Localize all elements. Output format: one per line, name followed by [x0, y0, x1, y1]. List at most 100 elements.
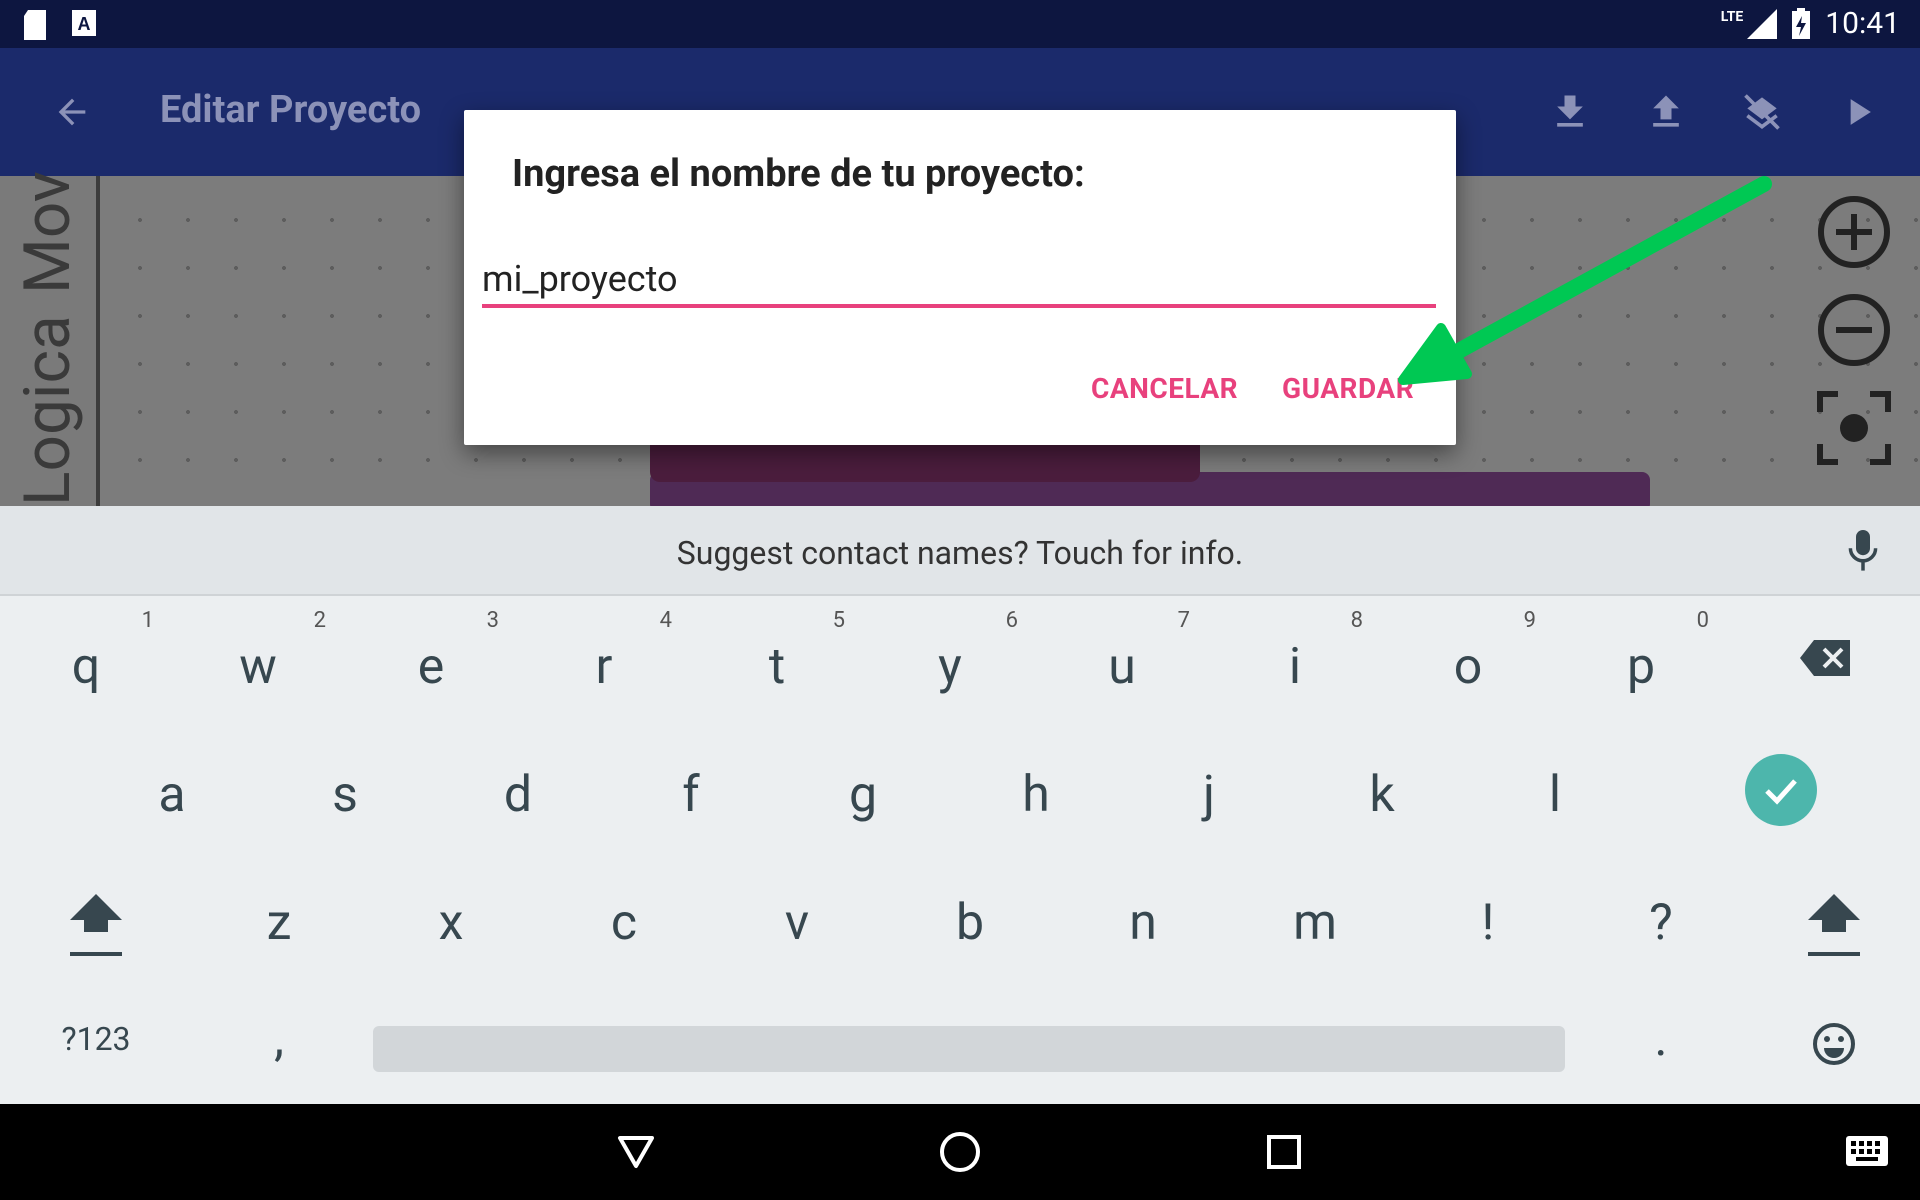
key-period[interactable]: .: [1575, 990, 1747, 1110]
home-circle-icon[interactable]: [938, 1130, 982, 1174]
key-label: g: [848, 766, 878, 824]
backspace-icon: [1800, 640, 1850, 676]
category-mov[interactable]: Mov: [10, 171, 85, 294]
key-q[interactable]: 1q: [0, 602, 172, 722]
key-hint: 0: [1696, 608, 1709, 633]
upload-icon[interactable]: [1644, 90, 1688, 134]
recents-square-icon[interactable]: [1264, 1132, 1304, 1172]
soft-keyboard: Suggest contact names? Touch for info. 1…: [0, 506, 1920, 1104]
key-o[interactable]: 9o: [1382, 602, 1554, 722]
key-label: c: [610, 894, 638, 952]
key-h[interactable]: h: [950, 730, 1122, 850]
back-triangle-icon[interactable]: [616, 1132, 656, 1172]
key-r[interactable]: 4r: [518, 602, 690, 722]
key-label: w: [239, 638, 277, 696]
key-label: s: [332, 766, 358, 824]
key-z[interactable]: z: [193, 858, 365, 978]
key-label: u: [1108, 638, 1136, 696]
checkmark-icon: [1745, 754, 1817, 826]
layers-clear-icon[interactable]: [1740, 90, 1784, 134]
key-p[interactable]: 0p: [1555, 602, 1727, 722]
category-flyout[interactable]: Mov Logica: [0, 171, 100, 506]
key-a[interactable]: a: [86, 730, 258, 850]
suggestion-text[interactable]: Suggest contact names? Touch for info.: [0, 534, 1920, 572]
suggestion-strip[interactable]: Suggest contact names? Touch for info.: [0, 506, 1920, 596]
space-bar[interactable]: [373, 1026, 1565, 1072]
key-label: n: [1129, 894, 1157, 952]
arrow-back-icon[interactable]: [52, 92, 92, 132]
key-u[interactable]: 7u: [1036, 602, 1208, 722]
battery-icon: [1792, 7, 1811, 39]
key-label: l: [1548, 766, 1562, 824]
clock: 10:41: [1825, 6, 1900, 41]
key-f[interactable]: f: [605, 730, 777, 850]
key-label: ?: [1649, 894, 1673, 952]
category-logica[interactable]: Logica: [10, 315, 85, 506]
shift-key-left[interactable]: [10, 858, 182, 978]
key-b[interactable]: b: [884, 858, 1056, 978]
key-label: y: [938, 638, 962, 696]
key-label: ?123: [61, 1020, 131, 1058]
key-k[interactable]: k: [1296, 730, 1468, 850]
shift-icon: [70, 894, 122, 956]
zoom-in-icon[interactable]: [1816, 194, 1892, 270]
recenter-icon[interactable]: [1816, 390, 1892, 466]
zoom-out-icon[interactable]: [1816, 292, 1892, 368]
keyboard-a-icon: A: [72, 10, 96, 36]
symbols-key[interactable]: ?123: [10, 990, 182, 1110]
key-label: k: [1369, 766, 1395, 824]
key-label: o: [1453, 638, 1483, 696]
download-icon[interactable]: [1548, 90, 1592, 134]
keyboard-switch-icon[interactable]: [1846, 1136, 1888, 1166]
backspace-key[interactable]: [1738, 602, 1910, 722]
key-label: a: [158, 766, 186, 824]
enter-key[interactable]: [1695, 730, 1867, 850]
key-i[interactable]: 8i: [1209, 602, 1381, 722]
key-s[interactable]: s: [259, 730, 431, 850]
key-label: x: [438, 894, 464, 952]
key-label: p: [1626, 638, 1656, 696]
key-label: h: [1022, 766, 1050, 824]
key-n[interactable]: n: [1057, 858, 1229, 978]
key-hint: 7: [1177, 608, 1190, 633]
key-label: t: [768, 638, 786, 696]
key-label: f: [682, 766, 700, 824]
key-label: j: [1203, 766, 1215, 824]
key-hint: 9: [1523, 608, 1536, 633]
key-label: i: [1288, 638, 1302, 696]
key-hint: 1: [141, 608, 154, 633]
key-label: z: [266, 894, 292, 952]
project-name-input[interactable]: [482, 254, 1436, 308]
key-l[interactable]: l: [1469, 730, 1641, 850]
play-icon[interactable]: [1836, 90, 1880, 134]
key-label: v: [784, 894, 810, 952]
key-comma[interactable]: ,: [193, 990, 365, 1110]
shift-key-right[interactable]: [1748, 858, 1920, 978]
key-question[interactable]: ?: [1575, 858, 1747, 978]
key-exclamation[interactable]: !: [1402, 858, 1574, 978]
key-w[interactable]: 2w: [172, 602, 344, 722]
key-m[interactable]: m: [1229, 858, 1401, 978]
key-label: m: [1293, 894, 1337, 952]
key-v[interactable]: v: [711, 858, 883, 978]
key-g[interactable]: g: [777, 730, 949, 850]
key-j[interactable]: j: [1123, 730, 1295, 850]
key-x[interactable]: x: [365, 858, 537, 978]
shift-icon: [1808, 894, 1860, 956]
microphone-icon[interactable]: [1846, 530, 1880, 572]
project-name-dialog: Ingresa el nombre de tu proyecto: CANCEL…: [464, 110, 1456, 445]
key-t[interactable]: 5t: [691, 602, 863, 722]
key-e[interactable]: 3e: [345, 602, 517, 722]
emoji-key[interactable]: [1748, 990, 1920, 1110]
key-label: .: [1654, 1010, 1668, 1068]
key-c[interactable]: c: [538, 858, 710, 978]
key-y[interactable]: 6y: [864, 602, 1036, 722]
status-bar: A LTE 10:41: [0, 0, 1920, 48]
navigation-bar: [0, 1104, 1920, 1200]
cancel-button[interactable]: CANCELAR: [1091, 372, 1238, 405]
key-d[interactable]: d: [432, 730, 604, 850]
key-label: e: [417, 638, 445, 696]
key-hint: 8: [1350, 608, 1363, 633]
emoji-icon: [1813, 1023, 1855, 1065]
save-button[interactable]: GUARDAR: [1282, 372, 1414, 405]
